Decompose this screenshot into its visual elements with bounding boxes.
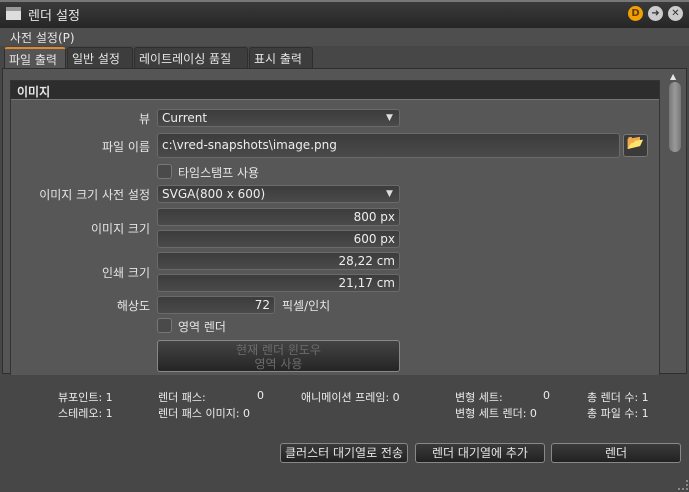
timestamp-checkbox[interactable] [157,164,172,179]
width-input[interactable]: 800 px [157,208,400,226]
menu-presets[interactable]: 사전 설정(P) [10,29,75,46]
stat-viewpoint: 뷰포인트: 1 [58,391,113,404]
resolution-unit: 픽셀/인치 [282,299,331,313]
tab-display-output[interactable]: 표시 출력 [249,47,313,68]
add-to-render-queue-button[interactable]: 렌더 대기열에 추가 [415,443,545,463]
chevron-down-icon: ▼ [386,113,393,123]
stat-total-files: 총 파일 수: 1 [587,407,649,420]
region-render-label: 영역 렌더 [178,320,226,334]
view-select[interactable]: Current ▼ [157,109,400,127]
region-render-checkbox[interactable] [157,318,172,333]
stat-total-renders: 총 렌더 수: 1 [587,391,649,404]
timestamp-label: 타임스탬프 사용 [178,166,260,180]
print-height-input[interactable]: 21,17 cm [157,274,400,292]
filename-label: 파일 이름 [102,140,150,154]
chevron-down-icon: ▼ [386,189,393,199]
close-icon[interactable]: ✕ [668,6,683,21]
stat-stereo: 스테레오: 1 [58,407,113,420]
preset-value: SVGA(800 x 600) [162,187,266,201]
button-line-1: 현재 렌더 윈도우 [236,343,321,357]
tab-file-output[interactable]: 파일 출력 [4,47,66,68]
resolution-label: 해상도 [116,299,150,313]
scrollbar-thumb[interactable] [669,82,681,152]
preset-label: 이미지 크기 사전 설정 [39,188,150,202]
render-button[interactable]: 렌더 [551,443,681,463]
view-value: Current [162,111,208,125]
clapperboard-icon [6,7,21,20]
resize-grip[interactable] [678,480,688,490]
stat-render-pass-label: 렌더 패스: [158,391,206,404]
view-label: 뷰 [138,112,150,126]
group-title: 이미지 [11,81,659,100]
image-size-label: 이미지 크기 [90,222,150,236]
use-current-render-window-region-button[interactable]: 현재 렌더 윈도우 영역 사용 [157,340,400,372]
height-input[interactable]: 600 px [157,230,400,248]
stat-render-pass-value: 0 [257,389,264,402]
title-bar [0,0,689,28]
arrow-right-icon[interactable]: ➜ [648,6,663,21]
d-badge-icon[interactable]: D [628,6,643,21]
resolution-input[interactable]: 72 [157,296,275,314]
stat-render-pass-images: 렌더 패스 이미지: 0 [158,407,251,420]
filename-input[interactable]: c:\vred-snapshots\image.png [157,133,620,158]
window-title: 렌더 설정 [28,9,80,24]
stat-variant-sets-value: 0 [543,389,550,402]
preset-select[interactable]: SVGA(800 x 600) ▼ [157,185,400,203]
stat-variant-sets-label: 변형 세트: [455,391,503,404]
menu-bar [0,28,689,46]
print-size-label: 인쇄 크기 [102,266,150,280]
folder-open-icon[interactable]: 📂 [623,134,648,157]
tab-raytracing[interactable]: 레이트레이싱 품질 [134,47,248,68]
send-to-cluster-queue-button[interactable]: 클러스터 대기열로 전송 [280,443,408,463]
print-width-input[interactable]: 28,22 cm [157,252,400,270]
button-line-2: 영역 사용 [254,357,303,371]
stat-animation-frames: 애니메이션 프레임: 0 [301,391,400,404]
stat-variant-set-renders: 변형 세트 렌더: 0 [455,407,537,420]
tab-general[interactable]: 일반 설정 [67,47,133,68]
scroll-up-icon[interactable]: ▲ [670,72,676,81]
